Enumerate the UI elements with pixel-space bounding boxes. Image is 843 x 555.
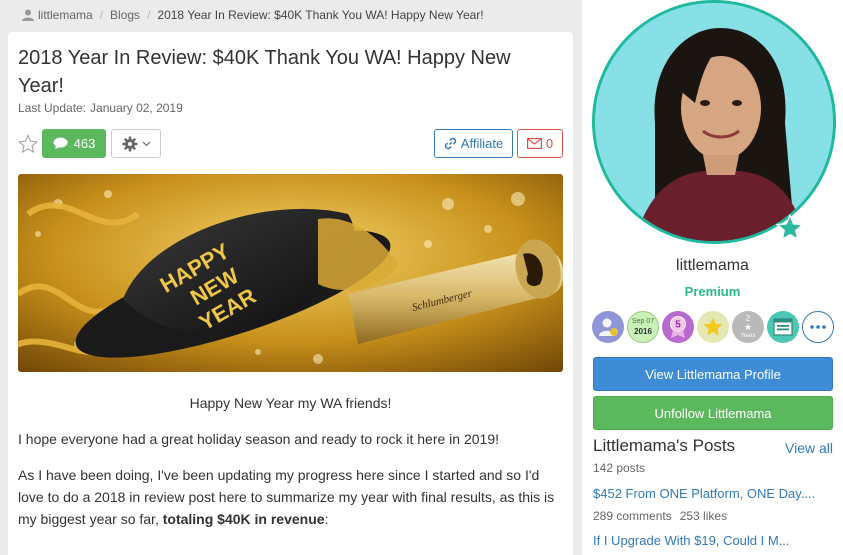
message-button[interactable]: 0 bbox=[517, 129, 563, 158]
comments-button[interactable]: 463 bbox=[42, 129, 106, 158]
years-star-icon: ★ bbox=[743, 321, 753, 332]
profile-sidebar: littlemama Premium Sep 07 2016 5 2 ★ Yea… bbox=[582, 0, 843, 555]
user-icon bbox=[22, 9, 34, 21]
breadcrumb-blogs[interactable]: Blogs bbox=[110, 8, 140, 22]
comments-count: 463 bbox=[73, 136, 96, 151]
post-link-1[interactable]: $452 From ONE Platform, ONE Day.... bbox=[593, 486, 838, 501]
link-icon bbox=[444, 137, 457, 150]
breadcrumb: littlemama / Blogs / 2018 Year In Review… bbox=[22, 7, 484, 23]
gear-icon bbox=[122, 136, 137, 151]
affiliate-button[interactable]: Affiliate bbox=[434, 129, 513, 158]
paragraph-progress: As I have been doing, I've been updating… bbox=[18, 464, 563, 530]
settings-dropdown[interactable] bbox=[111, 129, 161, 158]
message-count: 0 bbox=[545, 136, 554, 151]
post-link-2[interactable]: If I Upgrade With $19, Could I M... bbox=[593, 533, 838, 548]
unfollow-button[interactable]: Unfollow Littlemama bbox=[593, 396, 833, 430]
star-badge[interactable] bbox=[697, 311, 729, 343]
new-year-image: HAPPY NEW YEAR Schlumberger bbox=[18, 174, 563, 372]
more-badges-button[interactable] bbox=[802, 311, 834, 343]
posts-count: 142 posts bbox=[593, 461, 646, 475]
user-badge-icon bbox=[599, 318, 618, 336]
article-toolbar: 463 Affiliate 0 bbox=[18, 129, 563, 159]
breadcrumb-current: 2018 Year In Review: $40K Thank You WA! … bbox=[157, 8, 484, 22]
level-number: 5 bbox=[675, 320, 681, 331]
premium-star-icon bbox=[776, 214, 804, 241]
last-update-date: January 02, 2019 bbox=[90, 101, 183, 115]
hero-image: HAPPY NEW YEAR Schlumberger bbox=[18, 174, 563, 372]
medal-icon: 5 bbox=[670, 316, 686, 338]
paragraph-intro: I hope everyone had a great holiday seas… bbox=[18, 431, 499, 447]
revenue-highlight-suffix: : bbox=[324, 511, 329, 527]
user-verified-badge[interactable] bbox=[592, 311, 624, 343]
view-all-link[interactable]: View all bbox=[785, 440, 833, 456]
last-update-label: Last Update: bbox=[18, 101, 87, 115]
affiliate-label: Affiliate bbox=[460, 136, 504, 151]
avatar-photo bbox=[595, 3, 833, 241]
article-body: Happy New Year my WA friends! I hope eve… bbox=[18, 392, 563, 544]
posts-heading: Littlemama's Posts bbox=[593, 436, 736, 455]
profile-username[interactable]: littlemama bbox=[582, 257, 843, 275]
ellipsis-icon bbox=[810, 325, 826, 329]
breadcrumb-separator: / bbox=[99, 8, 104, 22]
article-title: 2018 Year In Review: $40K Thank You WA! … bbox=[18, 47, 511, 97]
post-likes: 253 likes bbox=[679, 509, 728, 523]
avatar[interactable] bbox=[592, 0, 836, 244]
join-date-month: Sep 07 bbox=[631, 318, 655, 325]
join-date-badge[interactable]: Sep 07 2016 bbox=[627, 311, 659, 343]
view-profile-button[interactable]: View Littlemama Profile bbox=[593, 357, 833, 391]
breadcrumb-separator: / bbox=[147, 8, 151, 22]
chevron-down-icon bbox=[142, 141, 150, 146]
star-icon[interactable] bbox=[18, 134, 38, 154]
join-date-year: 2016 bbox=[634, 327, 652, 336]
envelope-icon bbox=[526, 138, 542, 149]
page: littlemama / Blogs / 2018 Year In Review… bbox=[0, 0, 843, 555]
years-badge[interactable]: 2 ★ Years bbox=[732, 311, 764, 343]
article-card: 2018 Year In Review: $40K Thank You WA! … bbox=[8, 32, 573, 555]
breadcrumb-user[interactable]: littlemama bbox=[38, 8, 93, 22]
membership-rank: Premium bbox=[684, 284, 741, 299]
post-meta-1: 289 comments 253 likes bbox=[593, 509, 727, 523]
badge-row: Sep 07 2016 5 2 ★ Years bbox=[592, 311, 834, 343]
avatar-container bbox=[592, 0, 836, 244]
years-label: Years bbox=[740, 332, 756, 339]
website-badge[interactable] bbox=[767, 311, 799, 343]
level-badge[interactable]: 5 bbox=[662, 311, 694, 343]
browser-icon bbox=[773, 318, 793, 336]
last-update: Last Update: January 02, 2019 bbox=[18, 101, 183, 115]
paragraph-greeting: Happy New Year my WA friends! bbox=[189, 395, 392, 411]
comment-icon bbox=[53, 137, 68, 150]
post-comments: 289 comments bbox=[593, 509, 672, 523]
revenue-highlight: totaling $40K in revenue bbox=[162, 511, 325, 527]
gold-star-icon bbox=[703, 317, 723, 336]
